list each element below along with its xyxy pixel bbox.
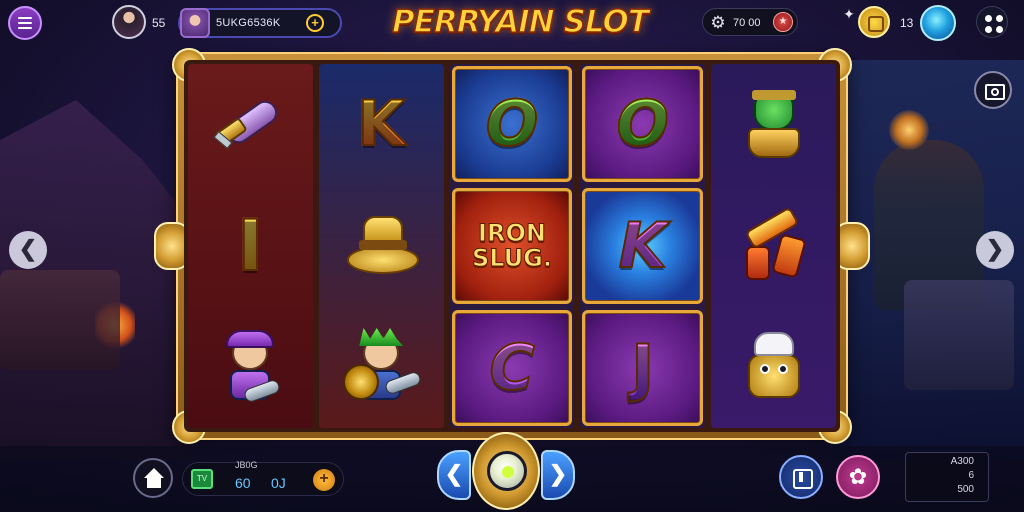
symbol-zombie (713, 66, 834, 182)
menu-icon (18, 17, 32, 19)
player-level: 55 (152, 16, 166, 30)
increase-spin-button[interactable]: ❯ (541, 450, 575, 500)
symbol-soldier-boy (321, 310, 442, 426)
reel-grid: I K O IRON SLUG. C O K J (184, 60, 840, 432)
reel-4: O K J (580, 64, 706, 428)
symbol-letter-o: O (582, 66, 704, 182)
top-bar: 55 5UKG6536K + PERRYAIN SLOT ⚙ 70 00 ★ ✦… (0, 0, 1024, 46)
symbol-letter-j: J (582, 310, 704, 426)
previous-game-button[interactable]: ❮ (9, 231, 47, 269)
symbol-robot-chef (713, 310, 834, 426)
settings-value: 70 00 (733, 17, 761, 29)
bet-value: 60 (235, 475, 251, 491)
symbol-gold-hat (321, 188, 442, 304)
tool-icon (734, 206, 814, 286)
symbol-letter-k: K (582, 188, 704, 304)
robot-chef-icon (734, 328, 814, 408)
reel-frame: I K O IRON SLUG. C O K J (154, 48, 870, 444)
spin-icon (487, 451, 527, 491)
gold-hat-icon (341, 206, 421, 286)
coin-count: 13 (900, 16, 914, 30)
reel-2: K (318, 64, 444, 428)
symbol-letter: C (488, 331, 535, 404)
tv-icon[interactable]: TV (191, 469, 213, 489)
increase-bet-button[interactable]: + (313, 469, 335, 491)
soldier-icon (210, 328, 290, 408)
soldier-icon (341, 328, 423, 408)
reel-3: O IRON SLUG. C (449, 64, 575, 428)
spin-button[interactable] (472, 432, 540, 510)
bonus-button[interactable]: ★ (773, 12, 793, 32)
symbol-letter: I (236, 205, 264, 287)
reel-1: I (188, 64, 313, 428)
profile-avatar (180, 8, 210, 38)
bet-label: JB0G (235, 460, 258, 470)
settings-panel[interactable]: ⚙ 70 00 ★ (702, 8, 798, 36)
win-info-panel: A300 6 500 (905, 452, 989, 502)
symbol-tool (713, 188, 834, 304)
camera-button[interactable] (974, 71, 1012, 109)
background-lantern-glow (889, 110, 929, 150)
menu-button[interactable] (8, 6, 42, 40)
logo-symbol-text: IRON SLUG. (471, 218, 552, 272)
symbol-letter-i: I (190, 188, 311, 304)
reel-5 (711, 64, 836, 428)
game-title: PERRYAIN SLOT (391, 3, 650, 41)
background-chest-left (0, 270, 120, 370)
add-balance-button[interactable]: + (306, 14, 324, 32)
symbol-logo: IRON SLUG. (451, 188, 573, 304)
spin-controls: ❮ ❯ (437, 430, 575, 510)
gear-icon[interactable]: ⚙ (709, 14, 727, 32)
profile-name: 5UKG6536K (216, 17, 281, 29)
player-avatar[interactable] (112, 5, 146, 39)
blaster-icon (210, 84, 290, 164)
symbol-blaster (190, 66, 311, 182)
background-chest-right (904, 280, 1014, 390)
info-line: 500 (957, 484, 974, 495)
symbol-letter-c: C (451, 310, 573, 426)
symbol-letter: O (485, 87, 540, 160)
symbol-soldier-girl (190, 310, 311, 426)
home-button[interactable] (133, 458, 173, 498)
info-line: A300 (950, 456, 974, 467)
decrease-bet-button[interactable]: ❮ (437, 450, 471, 500)
coin-button[interactable] (858, 6, 890, 38)
zombie-icon (734, 84, 814, 164)
symbol-letter: K (618, 209, 668, 282)
gem-button[interactable] (920, 5, 956, 41)
info-line: 6 (968, 470, 974, 481)
symbol-letter-o: O (451, 66, 573, 182)
bet-panel: TV JB0G 60 0J + (182, 460, 344, 496)
shop-button[interactable] (779, 455, 823, 499)
profile-panel[interactable]: 5UKG6536K + (178, 8, 342, 38)
symbol-letter-k: K (321, 66, 442, 182)
notification-icon[interactable]: ✦ (840, 6, 858, 24)
grid-menu-button[interactable] (976, 6, 1008, 38)
next-game-button[interactable]: ❯ (976, 231, 1014, 269)
bonus-wheel-button[interactable]: ✿ (836, 455, 880, 499)
symbol-letter: J (630, 331, 655, 404)
bet-lines: 0J (271, 475, 286, 491)
symbol-letter: O (615, 87, 670, 160)
symbol-letter: K (356, 87, 406, 160)
